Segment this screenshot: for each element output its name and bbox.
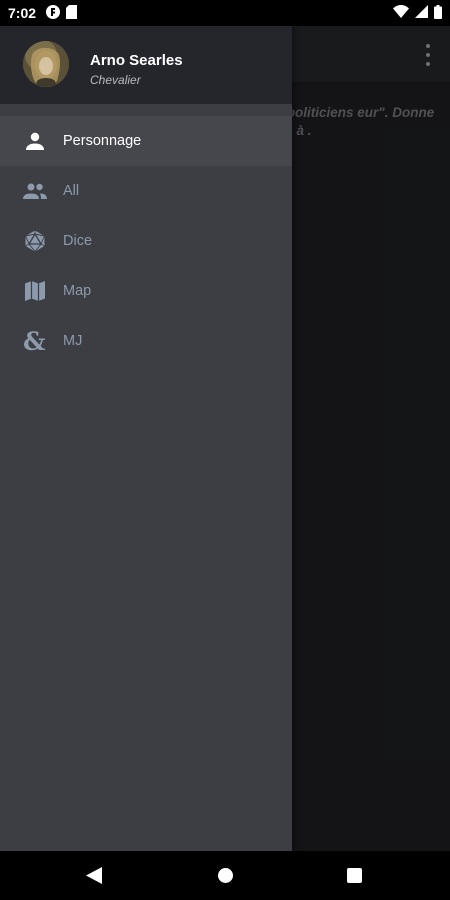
wifi-icon xyxy=(393,5,409,21)
user-name: Arno Searles xyxy=(90,52,183,69)
drawer-item-map[interactable]: Map xyxy=(0,266,292,316)
drawer-item-label: Personnage xyxy=(63,133,142,149)
avatar[interactable] xyxy=(23,41,69,87)
d20-icon xyxy=(22,229,48,253)
signal-icon xyxy=(415,5,428,21)
map-icon xyxy=(22,279,48,303)
drawer-item-label: All xyxy=(63,183,80,199)
group-icon xyxy=(22,179,48,203)
ampersand-icon: & xyxy=(22,328,48,354)
drawer-item-mj[interactable]: & MJ xyxy=(0,316,292,366)
user-class: Chevalier xyxy=(90,73,141,87)
status-time: 7:02 xyxy=(8,5,37,21)
sd-card-icon xyxy=(66,4,78,22)
system-nav-bar xyxy=(0,851,450,900)
home-icon[interactable] xyxy=(218,868,233,883)
drawer-item-label: Dice xyxy=(63,233,93,249)
battery-icon xyxy=(434,4,442,22)
drawer-item-all[interactable]: All xyxy=(0,166,292,216)
back-icon[interactable] xyxy=(86,867,102,889)
status-bar: 7:02 xyxy=(0,0,450,26)
navigation-drawer: Arno Searles Chevalier Personnage All Di… xyxy=(0,26,292,851)
recents-icon[interactable] xyxy=(347,868,362,883)
drawer-item-label: Map xyxy=(63,283,92,299)
svg-text:&: & xyxy=(23,328,46,354)
drawer-header: Arno Searles Chevalier xyxy=(0,26,292,104)
drawer-item-label: MJ xyxy=(63,333,83,349)
status-indicators xyxy=(393,4,442,22)
drawer-item-dice[interactable]: Dice xyxy=(0,216,292,266)
drawer-menu: Personnage All Dice Map & MJ xyxy=(0,104,292,366)
app-notification-icon xyxy=(46,4,61,22)
person-icon xyxy=(22,129,48,153)
drawer-item-personnage[interactable]: Personnage xyxy=(0,116,292,166)
